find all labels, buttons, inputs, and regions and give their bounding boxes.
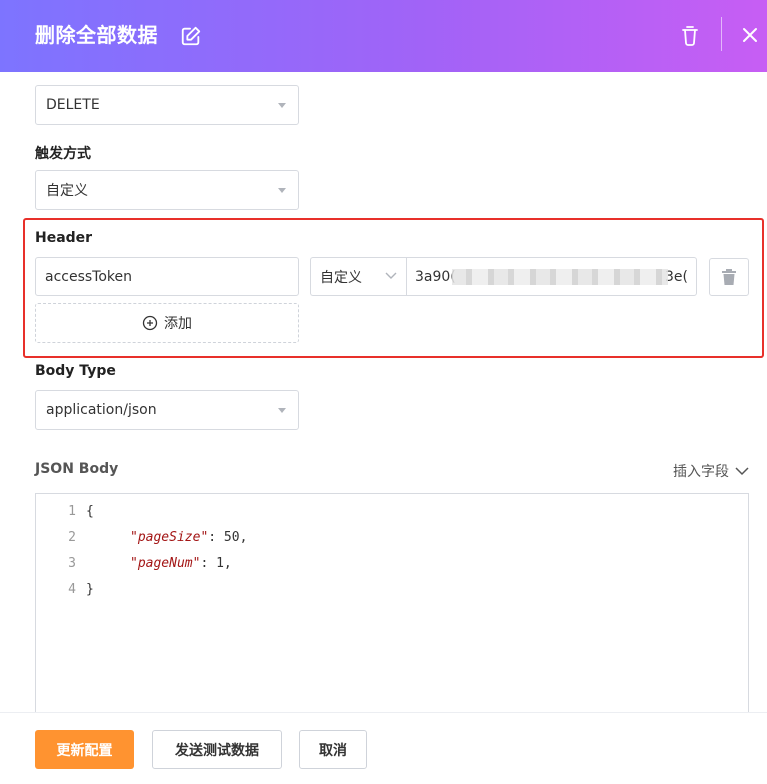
line-number: 4 [68,582,76,597]
line-number: 3 [68,556,76,571]
add-header-button[interactable]: 添加 [35,303,299,343]
header-value-suffix: 3e( [665,268,688,285]
edit-icon[interactable] [180,25,202,47]
chevron-down-icon [385,272,397,279]
insert-field-label: 插入字段 [673,464,729,480]
dialog-title: 删除全部数据 [35,23,158,47]
insert-field-dropdown[interactable]: 插入字段 [673,461,749,481]
code-text: { [86,504,94,519]
caret-down-icon [278,408,286,413]
caret-down-icon [278,103,286,108]
trigger-select[interactable]: 自定义 [35,170,299,210]
json-value: : 1, [200,556,232,571]
caret-down-icon [278,188,286,193]
code-line: 4 } [36,577,736,603]
trash-icon [722,269,736,285]
json-body-label: JSON Body [35,461,119,477]
json-value: : 50, [208,530,248,545]
code-line: 2 "pageSize": 50, [36,525,736,551]
delete-header-button[interactable] [709,258,749,296]
json-key: "pageNum" [130,556,201,571]
header-key-input[interactable]: accessToken [35,257,299,296]
code-line: 1 { [36,499,736,525]
method-select[interactable]: DELETE [35,85,299,125]
plus-circle-icon [142,315,158,331]
line-number: 2 [68,530,76,545]
chevron-down-icon [735,467,749,476]
header-key-value: accessToken [45,268,133,285]
method-value: DELETE [46,97,100,113]
add-label: 添加 [164,316,192,332]
trigger-label: 触发方式 [35,146,91,162]
line-number: 1 [68,504,76,519]
body-type-label: Body Type [35,363,116,379]
trigger-value: 自定义 [46,183,88,199]
cancel-button[interactable]: 取消 [299,730,367,769]
json-key: "pageSize" [130,530,209,545]
update-config-button[interactable]: 更新配置 [35,730,134,769]
trash-icon[interactable] [680,24,700,46]
header-type-value: 自定义 [320,269,362,286]
code-text: } [86,582,94,597]
header-divider [721,17,722,51]
code-line: 3 "pageNum": 1, [36,551,736,577]
dialog-header: 删除全部数据 [0,0,767,72]
code-text: "pageNum": 1, [130,551,232,577]
body-type-select[interactable]: application/json [35,390,299,430]
body-type-value: application/json [46,402,157,418]
code-text: "pageSize": 50, [130,525,247,551]
send-test-button[interactable]: 发送测试数据 [152,730,282,769]
header-label: Header [35,230,93,246]
close-icon[interactable] [739,24,761,46]
header-value-prefix: 3a90( [415,268,456,285]
redacted-token [452,269,668,285]
json-editor[interactable]: 1 { 2 "pageSize": 50, 3 "pageNum": 1, 4 … [35,493,749,728]
